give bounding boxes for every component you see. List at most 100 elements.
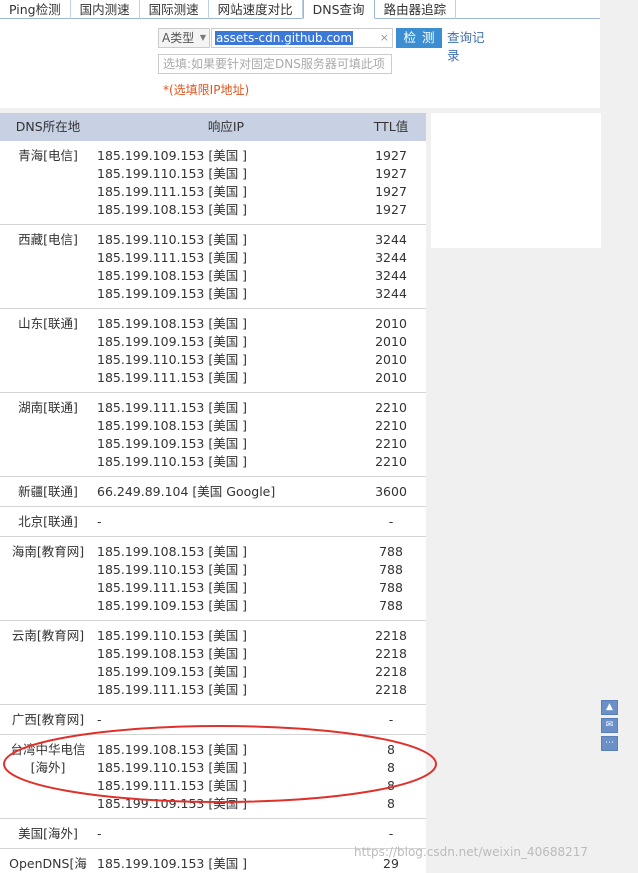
row-ips: 185.199.108.153 [美国 ] 185.199.109.153 [美国… xyxy=(96,315,356,387)
ip-entry: 185.199.108.153 [美国 ] xyxy=(97,418,248,433)
ip-entry: 185.199.108.153 [美国 ] xyxy=(97,544,248,559)
ttl-entry: 2210 xyxy=(375,400,407,415)
ttl-entry: 8 xyxy=(387,778,395,793)
row-location: 云南[教育网] xyxy=(11,628,85,643)
ttl-entry: 8 xyxy=(387,760,395,775)
tab-2[interactable]: 国际测速 xyxy=(140,0,209,19)
row-ips: - xyxy=(96,711,356,729)
watermark: https://blog.csdn.net/weixin_40688217 xyxy=(354,845,589,859)
tool-tabs: Ping检测 国内测速 国际测速 网站速度对比 DNS查询 路由器追踪 xyxy=(0,0,600,19)
ttl-entry: - xyxy=(388,826,394,841)
row-ttls: 2218 2218 2218 2218 xyxy=(356,627,426,699)
ip-entry: 185.199.109.153 [美国 ] xyxy=(97,148,248,163)
row-ttls: 3244 3244 3244 3244 xyxy=(356,231,426,303)
domain-input[interactable]: assets-cdn.github.com × xyxy=(211,28,393,48)
ip-entry: 185.199.111.153 [美国 ] xyxy=(97,580,248,595)
ttl-entry: 1927 xyxy=(375,148,407,163)
row-location: 海南[教育网] xyxy=(11,544,85,559)
tab-0[interactable]: Ping检测 xyxy=(0,0,71,19)
ip-entry: 185.199.108.153 [美国 ] xyxy=(97,316,248,331)
detect-button[interactable]: 检测 xyxy=(396,28,442,48)
ip-entry: 185.199.110.153 [美国 ] xyxy=(97,628,248,643)
ttl-entry: 3244 xyxy=(375,268,407,283)
ttl-entry: 2218 xyxy=(375,682,407,697)
chevron-down-icon: ▼ xyxy=(199,33,206,42)
ttl-entry: 788 xyxy=(379,544,403,559)
row-ips: 185.199.108.153 [美国 ] 185.199.110.153 [美国… xyxy=(96,543,356,615)
table-row: 青海[电信] 185.199.109.153 [美国 ] 185.199.110.1… xyxy=(0,141,426,225)
clear-icon[interactable]: × xyxy=(380,29,389,47)
floating-toolbar: ▲ ✉ ⋯ xyxy=(601,700,619,754)
ttl-entry: 2010 xyxy=(375,352,407,367)
ip-entry: - xyxy=(97,514,102,529)
tab-1[interactable]: 国内测速 xyxy=(71,0,140,19)
ip-entry: 185.199.109.153 [美国 ] xyxy=(97,664,248,679)
chevron-up-icon[interactable]: ▲ xyxy=(601,700,618,715)
record-type-select[interactable]: A类型 ▼ xyxy=(158,28,210,48)
header-ip: 响应IP xyxy=(207,119,245,134)
ip-entry: 185.199.110.153 [美国 ] xyxy=(97,562,248,577)
row-ttls: 788 788 788 788 xyxy=(356,543,426,615)
ttl-entry: 1927 xyxy=(375,184,407,199)
ip-entry: 185.199.111.153 [美国 ] xyxy=(97,250,248,265)
more-icon[interactable]: ⋯ xyxy=(601,736,618,751)
row-ips: - xyxy=(96,513,356,531)
ip-entry: 185.199.111.153 [美国 ] xyxy=(97,184,248,199)
table-header: DNS所在地 响应IP TTL值 xyxy=(0,113,426,141)
header-location: DNS所在地 xyxy=(15,119,81,134)
ttl-entry: 2210 xyxy=(375,454,407,469)
ip-only-note: *(选填限IP地址) xyxy=(163,83,250,97)
row-ttls: 2210 2210 2210 2210 xyxy=(356,399,426,471)
row-ttls: 1927 1927 1927 1927 xyxy=(356,147,426,219)
table-row: 山东[联通] 185.199.108.153 [美国 ] 185.199.109.1… xyxy=(0,309,426,393)
ttl-entry: 2218 xyxy=(375,628,407,643)
ip-entry: 185.199.109.153 [美国 ] xyxy=(97,796,248,811)
row-ips: - xyxy=(96,825,356,843)
ip-entry: 185.199.108.153 [美国 ] xyxy=(97,646,248,661)
query-panel: A类型 ▼ assets-cdn.github.com × 检测 查询记录 选填… xyxy=(0,19,600,108)
tab-3[interactable]: 网站速度对比 xyxy=(209,0,303,19)
ttl-entry: 788 xyxy=(379,598,403,613)
ttl-entry: 2010 xyxy=(375,334,407,349)
ip-entry: 185.199.110.153 [美国 ] xyxy=(97,166,248,181)
ttl-entry: 3244 xyxy=(375,250,407,265)
row-ttls: - xyxy=(356,513,426,531)
ip-entry: 185.199.110.153 [美国 ] xyxy=(97,352,248,367)
ttl-entry: 8 xyxy=(387,742,395,757)
ip-entry: 185.199.109.153 [美国 ] xyxy=(97,436,248,451)
tab-5[interactable]: 路由器追踪 xyxy=(375,0,457,19)
dns-result-table: DNS所在地 响应IP TTL值 青海[电信] 185.199.109.153 [… xyxy=(0,113,426,873)
ttl-entry: 2010 xyxy=(375,370,407,385)
ttl-entry: 788 xyxy=(379,580,403,595)
ip-entry: 185.199.109.153 [美国 ] xyxy=(97,856,248,871)
ip-entry: 185.199.108.153 [美国 ] xyxy=(97,268,248,283)
row-location: 新疆[联通] xyxy=(18,484,78,499)
header-ttl: TTL值 xyxy=(373,119,409,134)
ttl-entry: 1927 xyxy=(375,202,407,217)
comment-icon[interactable]: ✉ xyxy=(601,718,618,733)
row-ttls: 3600 xyxy=(356,483,426,501)
row-ttls: 2010 2010 2010 2010 xyxy=(356,315,426,387)
ttl-entry: 2210 xyxy=(375,418,407,433)
row-location: 北京[联通] xyxy=(18,514,78,529)
row-ips: 185.199.109.153 [美国 ]185.199.110.153 [美国… xyxy=(96,855,356,873)
dns-server-input[interactable]: 选填:如果要针对固定DNS服务器可填此项 xyxy=(158,54,392,74)
row-location: 湖南[联通] xyxy=(18,400,78,415)
row-ips: 185.199.111.153 [美国 ] 185.199.108.153 [美国… xyxy=(96,399,356,471)
row-location: 西藏[电信] xyxy=(18,232,78,247)
row-ips: 185.199.110.153 [美国 ] 185.199.111.153 [美国… xyxy=(96,231,356,303)
ttl-entry: 2210 xyxy=(375,436,407,451)
ttl-entry: 1927 xyxy=(375,166,407,181)
row-location: 美国[海外] xyxy=(18,826,78,841)
query-history-link[interactable]: 查询记录 xyxy=(447,29,487,65)
ip-entry: 185.199.108.153 [美国 ] xyxy=(97,202,248,217)
ttl-entry: 2218 xyxy=(375,664,407,679)
tab-4[interactable]: DNS查询 xyxy=(302,0,375,19)
ttl-entry: 3600 xyxy=(375,484,407,499)
row-ips: 185.199.109.153 [美国 ] 185.199.110.153 [美国… xyxy=(96,147,356,219)
ip-entry: 185.199.110.153 [美国 ] xyxy=(97,454,248,469)
row-ips: 185.199.108.153 [美国 ] 185.199.110.153 [美国… xyxy=(96,741,356,813)
ip-entry: - xyxy=(97,712,102,727)
row-ttls: 8 8 8 8 xyxy=(356,741,426,813)
side-panel xyxy=(431,113,601,248)
